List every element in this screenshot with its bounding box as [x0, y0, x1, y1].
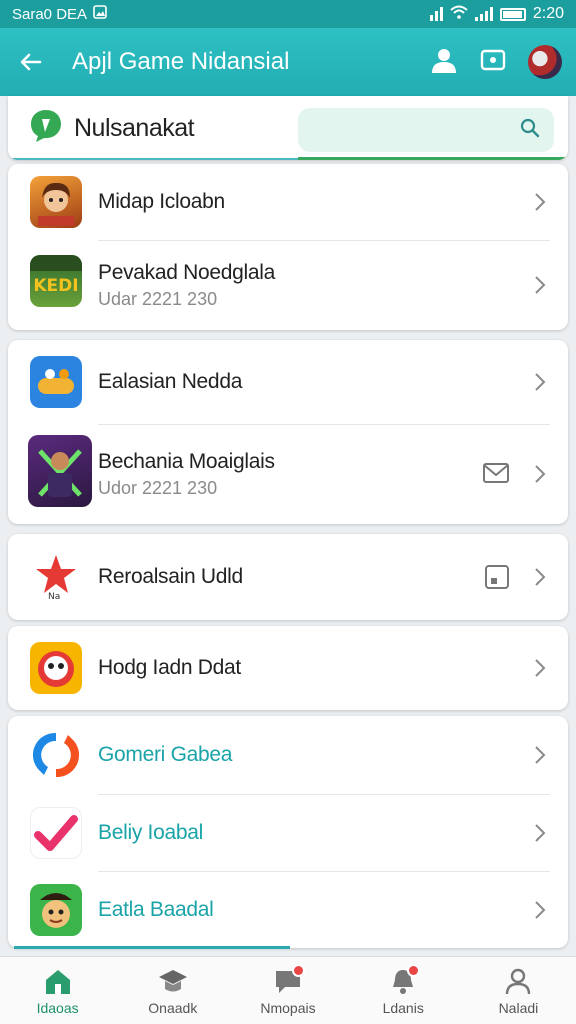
brand-logo-icon [28, 108, 64, 149]
item-subtitle: Udor 2221 230 [98, 477, 218, 498]
nav-chat[interactable]: Nmopais [230, 957, 345, 1024]
chat-icon [271, 963, 305, 996]
signal-icon [429, 7, 443, 21]
chevron-right-icon[interactable] [534, 745, 546, 770]
list-card: Midap Icloabn KEDI Pevakad Noedglala Uda… [8, 164, 568, 330]
scroll-indicator [14, 946, 290, 949]
gallery-notification-icon [93, 5, 107, 23]
status-bar: Sara0 DEA 2:20 [0, 0, 576, 28]
nav-label: Nmopais [260, 999, 316, 1016]
profile-icon [501, 966, 535, 996]
chevron-right-icon[interactable] [534, 658, 546, 683]
item-name: Hodg Iadn Ddat [98, 656, 241, 679]
list-item[interactable]: KEDI Pevakad Noedglala Udar 2221 230 [8, 241, 568, 329]
item-name: Beliy Ioabal [98, 821, 203, 844]
list-card: Na Reroalsain Udld [8, 534, 568, 620]
svg-text:KEDI: KEDI [33, 276, 78, 296]
notification-icon [386, 963, 421, 996]
list-card: Hodg Iadn Ddat [8, 626, 568, 710]
battery-icon [499, 7, 526, 21]
list-item[interactable]: Midap Icloabn [8, 164, 568, 240]
search-icon[interactable] [520, 118, 540, 143]
star-logo-icon: Na [30, 551, 82, 603]
nav-home[interactable]: Idaoas [0, 957, 115, 1024]
face-game-icon [30, 642, 82, 694]
square-icon[interactable] [484, 564, 510, 595]
back-arrow-icon[interactable] [14, 45, 48, 79]
search-card: Nulsanakat [8, 96, 568, 160]
chevron-right-icon[interactable] [534, 900, 546, 925]
swirl-logo-icon [30, 729, 82, 781]
warrior-game-icon [28, 435, 92, 507]
kedi-game-icon: KEDI [30, 255, 82, 307]
nav-learn[interactable]: Onaadk [115, 957, 230, 1024]
search-input[interactable] [298, 108, 554, 152]
list-item[interactable]: Hodg Iadn Ddat [8, 626, 568, 710]
check-icon [30, 807, 82, 859]
chevron-right-icon[interactable] [534, 372, 546, 397]
list-item[interactable]: Na Reroalsain Udld [8, 534, 568, 620]
cell-signal-icon [474, 7, 493, 21]
nav-profile[interactable]: Naladi [461, 957, 576, 1024]
home-icon [41, 966, 75, 996]
item-name: Bechania Moaiglais [98, 449, 275, 473]
chevron-right-icon[interactable] [534, 192, 546, 217]
nav-label: Onaadk [148, 999, 198, 1016]
mail-icon[interactable] [482, 461, 510, 490]
page-title: Apjl Game Nidansial [72, 48, 290, 75]
status-time: 2:20 [532, 5, 564, 22]
chevron-right-icon[interactable] [534, 275, 546, 300]
item-name: Pevakad Noedglala [98, 260, 276, 284]
user-avatar[interactable] [528, 45, 562, 79]
nav-label: Idaoas [36, 999, 79, 1016]
item-name: Gomeri Gabea [98, 743, 233, 766]
search-focus-underline [298, 157, 568, 160]
brand-name: Nulsanakat [74, 113, 195, 142]
app-bar: Apjl Game Nidansial [0, 28, 576, 96]
avatar-game-icon [30, 176, 82, 228]
nav-label: Naladi [498, 999, 539, 1016]
item-subtitle: Udar 2221 230 [98, 288, 218, 309]
graduation-cap-icon [156, 966, 190, 996]
nav-notifications[interactable]: Ldanis [346, 957, 461, 1024]
character-game-icon [30, 884, 82, 936]
media-icon[interactable] [480, 48, 506, 77]
nav-label: Ldanis [382, 999, 424, 1016]
list-item[interactable]: Ealasian Nedda [8, 340, 568, 424]
item-name: Midap Icloabn [98, 190, 225, 213]
item-name: Eatla Baadal [98, 898, 214, 921]
item-name: Reroalsain Udld [98, 565, 243, 588]
chevron-right-icon[interactable] [534, 464, 546, 489]
svg-text:Na: Na [48, 592, 60, 602]
list-item[interactable]: Beliy Ioabal [8, 795, 568, 871]
list-item[interactable]: Bechania Moaiglais Udor 2221 230 [8, 425, 568, 523]
blue-game-icon [30, 356, 82, 408]
chevron-right-icon[interactable] [534, 567, 546, 592]
item-name: Ealasian Nedda [98, 370, 243, 393]
status-left-text: Sara0 DEA [12, 5, 88, 23]
bottom-navigation: Idaoas Onaadk Nmopais Ldanis Naladi [0, 956, 576, 1024]
account-icon[interactable] [430, 46, 458, 79]
list-card: Gomeri Gabea Beliy Ioabal Eatla Baadal [8, 716, 568, 948]
notification-badge [407, 963, 421, 977]
wifi-icon [450, 5, 468, 24]
list-card: Ealasian Nedda Bechania Moaiglais Udor 2… [8, 340, 568, 524]
notification-badge [292, 963, 305, 977]
list-item[interactable]: Eatla Baadal [8, 872, 568, 948]
search-underline [8, 158, 298, 160]
chevron-right-icon[interactable] [534, 823, 546, 848]
list-item[interactable]: Gomeri Gabea [8, 716, 568, 794]
